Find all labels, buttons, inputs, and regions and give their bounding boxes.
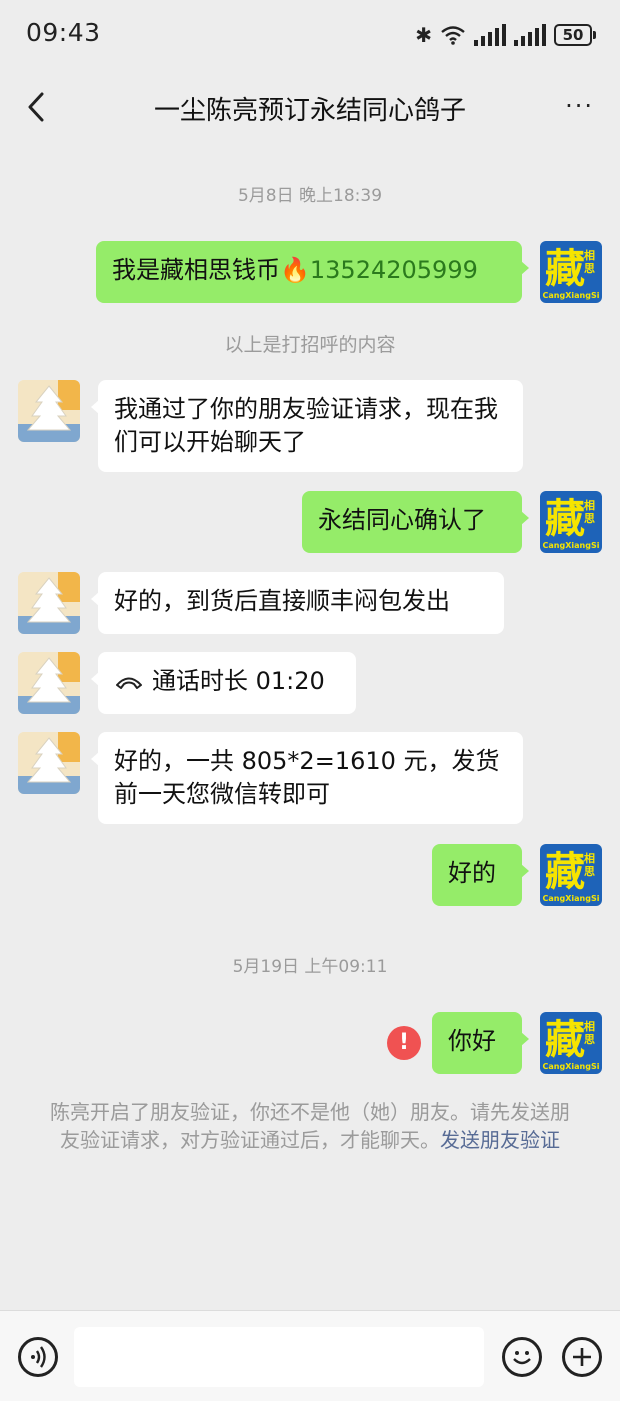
- message-input[interactable]: [74, 1327, 484, 1387]
- timestamp: 5月19日 上午09:11: [232, 957, 388, 977]
- avatar-contact[interactable]: [18, 652, 80, 714]
- avatar-self[interactable]: 藏 相思 CangXiangSi: [540, 491, 602, 553]
- contact-avatar-image: [18, 732, 80, 794]
- message-bubble-out[interactable]: 你好: [432, 1012, 529, 1074]
- contact-avatar-image: [18, 380, 80, 442]
- message-text: 好的，到货后直接顺丰闷包发出: [114, 587, 450, 615]
- message-bubble-out[interactable]: 永结同心确认了: [302, 491, 529, 553]
- send-failed-icon[interactable]: !: [387, 1026, 421, 1060]
- phone-icon: [116, 677, 142, 689]
- avatar-contact[interactable]: [18, 732, 80, 794]
- chat-header: 一尘陈亮预订永结同心鸽子 ···: [0, 70, 620, 144]
- message-bubble-in[interactable]: 我通过了你的朋友验证请求，现在我们可以开始聊天了: [91, 380, 523, 472]
- status-time: 09:43: [26, 18, 101, 47]
- message-text: 我通过了你的朋友验证请求，现在我们可以开始聊天了: [114, 395, 498, 456]
- signal-icon-2: [514, 24, 546, 46]
- avatar-contact[interactable]: [18, 572, 80, 634]
- message-text: 你好: [448, 1027, 496, 1055]
- chat-title: 一尘陈亮预订永结同心鸽子: [153, 96, 466, 126]
- avatar-contact[interactable]: [18, 380, 80, 442]
- call-record-bubble[interactable]: 通话时长 01:20: [91, 652, 356, 714]
- bluetooth-icon: ✱: [415, 23, 432, 47]
- greeting-note: 以上是打招呼的内容: [224, 334, 396, 356]
- wifi-icon: [441, 26, 465, 45]
- avatar-self[interactable]: 藏 相思 CangXiangSi: [540, 1012, 602, 1074]
- message-bubble-in[interactable]: 好的，到货后直接顺丰闷包发出: [91, 572, 504, 634]
- timestamp: 5月8日 晚上18:39: [237, 186, 383, 206]
- friend-verification-notice: 陈亮开启了朋友验证，你还不是他（她）朋友。请先发送朋友验证请求，对方验证通过后，…: [44, 1098, 576, 1154]
- status-icons: ✱ 50: [415, 20, 596, 50]
- message-text: 好的: [448, 859, 496, 887]
- call-duration: 通话时长 01:20: [152, 667, 325, 695]
- plus-icon[interactable]: [562, 1337, 602, 1377]
- message-text: 永结同心确认了: [318, 506, 486, 534]
- message-bubble-out[interactable]: 好的: [432, 844, 529, 906]
- send-verification-link[interactable]: 发送朋友验证: [440, 1128, 560, 1152]
- input-bar: [0, 1310, 620, 1401]
- phone-number-link[interactable]: 13524205999: [310, 256, 478, 284]
- voice-icon[interactable]: [18, 1337, 58, 1377]
- contact-avatar-image: [18, 652, 80, 714]
- signal-icon: [474, 24, 506, 46]
- message-bubble-in[interactable]: 好的，一共 805*2=1610 元，发货前一天您微信转即可: [91, 732, 523, 824]
- message-text: 好的，一共 805*2=1610 元，发货前一天您微信转即可: [114, 747, 500, 808]
- status-bar: 09:43 ✱ 50: [0, 0, 620, 70]
- more-icon[interactable]: ···: [565, 92, 594, 120]
- avatar-self[interactable]: 藏 相思 CangXiangSi: [540, 241, 602, 303]
- battery-icon: 50: [554, 24, 596, 46]
- contact-avatar-image: [18, 572, 80, 634]
- message-text: 我是藏相思钱币🔥: [112, 256, 310, 284]
- avatar-self[interactable]: 藏 相思 CangXiangSi: [540, 844, 602, 906]
- message-bubble-out[interactable]: 我是藏相思钱币🔥13524205999: [96, 241, 529, 303]
- emoji-icon[interactable]: [502, 1337, 542, 1377]
